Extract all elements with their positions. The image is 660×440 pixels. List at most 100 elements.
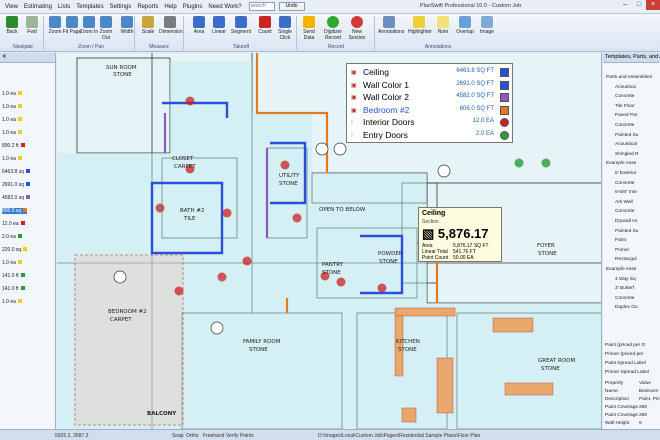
room-sublabel: STONE [249,347,268,353]
template-tree-item[interactable]: Example Asse [606,161,636,166]
template-tree-item[interactable]: 3' Butterf [615,286,634,291]
template-tree-item[interactable]: Tile Floor [615,104,635,109]
menu-help[interactable]: Help [161,4,179,10]
takeoff-row[interactable]: 141.0 ft [2,286,25,292]
takeoff-row[interactable]: 1.0 ea [2,299,22,305]
paint-item[interactable]: Paint (priced per G [605,343,645,348]
dimension-button[interactable]: Dimension [159,16,183,35]
paint-item[interactable]: Primer Spread Label [605,370,649,375]
paint-item[interactable]: Paint Spread Label [605,361,646,366]
template-tree-item[interactable]: Concrete [615,123,634,128]
menu-need-work[interactable]: Need Work? [205,4,244,10]
linear-button[interactable]: Linear [208,16,230,35]
divider [374,16,375,50]
forward-button[interactable]: Fwd [21,16,43,35]
freehand-toggle[interactable]: Freehand [203,433,224,439]
menu-lists[interactable]: Lists [55,4,73,10]
takeoff-row[interactable]: 2.0 ea [2,234,22,240]
takeoff-row[interactable]: 220.0 sq [2,247,28,253]
undo-button[interactable]: Undo [278,2,305,11]
menu-view[interactable]: View [2,4,21,10]
zoom-out-button[interactable]: Zoom Out [95,16,117,41]
send-data-button[interactable]: Send Data [298,16,320,41]
back-button[interactable]: Back [1,16,23,35]
menu-estimating[interactable]: Estimating [21,4,55,10]
digitizer-record-button[interactable]: Digitizer Record [322,16,344,41]
highlighter-button[interactable]: Highlighter [408,16,432,35]
template-tree-item[interactable]: Acoustica [615,85,636,90]
menu-plugins[interactable]: Plugins [180,4,206,10]
property-value[interactable]: Bedroom # [639,389,660,394]
template-tree-item[interactable]: Duplex Ou [615,305,638,310]
verify-points-toggle[interactable]: Verify Points [226,433,254,439]
room-label: BEDROOM #2 [108,309,147,315]
group-record: Record [327,44,345,50]
snap-toggle[interactable]: Snap [172,433,184,439]
maximize-icon[interactable]: □ [632,0,646,10]
takeoff-row[interactable]: 1.0 ea [2,117,22,123]
legend-value: 6463.8 SQ FT [456,68,494,74]
template-tree-item[interactable]: Concrete [615,94,634,99]
search-input[interactable]: search [248,2,275,11]
takeoff-row[interactable]: 6463.8 sq [2,169,30,175]
group-navigate: Navigate [13,44,33,50]
template-tree-item[interactable]: Ark Wall [615,200,633,205]
template-tree-item[interactable]: Painted Su [615,133,638,138]
takeoff-row[interactable]: 141.0 ft [2,273,25,279]
template-tree-item[interactable]: Concrete [615,209,634,214]
takeoff-row[interactable]: 4582.0 sq [2,195,30,201]
template-tree-item[interactable]: Parts and Assemblies [606,75,652,80]
takeoff-row[interactable]: 2691.0 sq [2,182,30,188]
note-button[interactable]: Note [432,16,454,35]
takeoff-row[interactable]: 1.0 ea [2,130,22,136]
new-section-button[interactable]: New Section [346,16,368,41]
cursor-coordinates: 5925.3, 3587.3 [55,433,89,439]
count-button[interactable]: Count [254,16,276,35]
scale-button[interactable]: Scale [137,16,159,35]
ortho-toggle[interactable]: Ortho [186,433,199,439]
overlap-button[interactable]: Overlap [454,16,476,35]
highlighter-icon [413,16,425,28]
close-icon[interactable]: × [646,0,660,10]
property-value[interactable]: Value [639,381,651,386]
takeoff-row[interactable]: 1.0 ea [2,156,22,162]
single-click-button[interactable]: Single Click [274,16,296,41]
record-icon [327,16,339,28]
image-button[interactable]: Image [476,16,498,35]
takeoff-row[interactable]: 806.0 sq [2,208,28,214]
template-tree-item[interactable]: Acoustical [615,142,637,147]
template-tree-item[interactable]: Primer [615,248,629,253]
takeoff-row[interactable]: 890.2 ft [2,143,25,149]
template-tree-item[interactable]: Drywall As [615,219,637,224]
room-label: FAMILY ROOM [243,339,281,345]
menu-reports[interactable]: Reports [134,4,161,10]
property-value[interactable]: 280 [639,405,647,410]
template-tree-item[interactable]: Concrete [615,181,634,186]
area-button[interactable]: Area [188,16,210,35]
template-tree-item[interactable]: 4 Way Sq [615,277,636,282]
property-value[interactable]: 280 [639,413,647,418]
minimize-icon[interactable]: – [618,0,632,10]
template-tree-item[interactable]: Shingled R [615,152,638,157]
segment-button[interactable]: Segment [230,16,252,35]
template-tree-item[interactable]: 8' Exterior [615,171,636,176]
menu-templates[interactable]: Templates [73,4,106,10]
zoom-icon [49,16,61,28]
takeoff-row[interactable]: 12.0 ea [2,221,25,227]
plan-canvas[interactable]: SUN ROOM STONE CLOSET CARPET BATH #2 TIL… [57,53,602,429]
template-tree-item[interactable]: Concrete [615,296,634,301]
paint-item[interactable]: Primer (priced per [605,352,643,357]
template-tree-item[interactable]: Example Asse [606,267,636,272]
template-tree-item[interactable]: Paint [615,238,626,243]
annotations-button[interactable]: Annotations [378,16,404,35]
template-tree-item[interactable]: Painted Su [615,229,638,234]
takeoff-row[interactable]: 1.0 ea [2,260,22,266]
takeoff-row[interactable]: 1.0 ea [2,91,22,97]
takeoff-row[interactable]: 1.0 ea [2,104,22,110]
menu-settings[interactable]: Settings [107,4,135,10]
property-value[interactable]: 9 [639,421,642,426]
template-tree-item[interactable]: Paved Par [615,113,637,118]
property-value[interactable]: Paint, Prim [639,397,660,402]
template-tree-item[interactable]: 5-5/8" Inte [615,190,637,195]
template-tree-item[interactable]: Rectangul [615,257,637,262]
